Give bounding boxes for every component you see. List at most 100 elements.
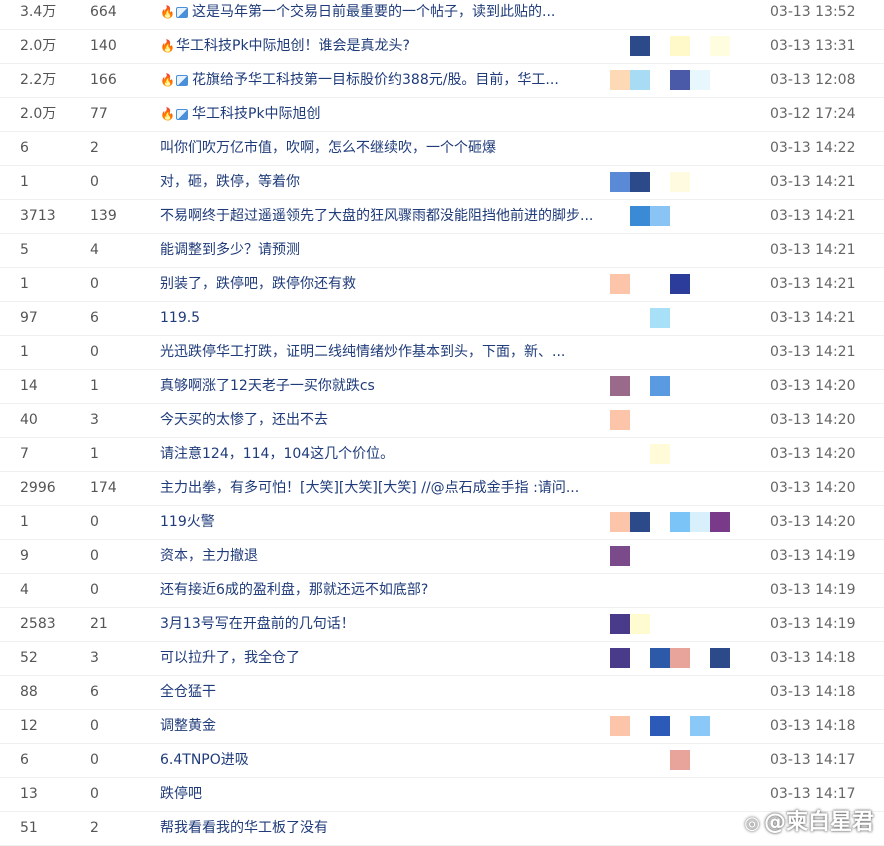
post-title-link[interactable]: 🔥 这是马年第一个交易日前最重要的一个帖子，读到此贴的...: [160, 0, 595, 29]
table-row[interactable]: 1 0 别装了，跌停吧，跌停你还有救 03-13 14:21: [0, 267, 884, 302]
post-time: 03-13 14:21: [770, 242, 856, 258]
table-row[interactable]: 1 0 光迅跌停华工打跌，证明二线纯情绪炒作基本到头，下面，新、... 03-13 1…: [0, 335, 884, 370]
avatar[interactable]: [650, 308, 670, 328]
table-row[interactable]: 1 0 119火警 03-13 14:20: [0, 505, 884, 540]
table-row[interactable]: 1 0 对，砸，跌停，等着你 03-13 14:21: [0, 165, 884, 200]
post-title-link[interactable]: 全仓猛干: [160, 675, 595, 709]
avatar[interactable]: [670, 512, 690, 532]
post-title-link[interactable]: 🔥 花旗给予华工科技第一目标股价约388元/股。目前，华工...: [160, 63, 595, 97]
table-row[interactable]: 6 2 叫你们吹万亿市值，吹啊，怎么不继续吹，一个个砸爆 03-13 14:22: [0, 131, 884, 166]
reply-count: 3: [90, 650, 99, 666]
post-title-link[interactable]: 可以拉升了，我全仓了: [160, 641, 595, 675]
table-row[interactable]: 2996 174 主力出拳，有多可怕！[大笑][大笑][大笑] //@点石成金手指 …: [0, 471, 884, 506]
avatar[interactable]: [670, 172, 690, 192]
post-title-text: 花旗给予华工科技第一目标股价约388元/股。目前，华工...: [192, 72, 559, 88]
avatar[interactable]: [630, 172, 650, 192]
post-title-text: 可以拉升了，我全仓了: [160, 650, 300, 666]
table-row[interactable]: 97 6 119.5 03-13 14:21: [0, 301, 884, 336]
avatar[interactable]: [610, 172, 630, 192]
post-title-link[interactable]: 请注意124，114，104这几个价位。: [160, 437, 595, 471]
table-row[interactable]: 12 0 调整黄金 03-13 14:18: [0, 709, 884, 744]
avatar[interactable]: [630, 614, 650, 634]
avatar[interactable]: [690, 512, 710, 532]
table-row[interactable]: 3.4万 664 🔥 这是马年第一个交易日前最重要的一个帖子，读到此贴的... 03-1…: [0, 0, 884, 30]
avatar[interactable]: [690, 70, 710, 90]
avatar[interactable]: [630, 206, 650, 226]
avatar[interactable]: [610, 648, 630, 668]
avatar[interactable]: [670, 274, 690, 294]
table-row[interactable]: 3713 139 不易啊终于超过遥遥领先了大盘的狂风骤雨都没能阻挡他前进的脚步...…: [0, 199, 884, 234]
post-title-link[interactable]: 3月13号写在开盘前的几句话！: [160, 607, 595, 641]
post-title-link[interactable]: 光迅跌停华工打跌，证明二线纯情绪炒作基本到头，下面，新、...: [160, 335, 595, 369]
avatar[interactable]: [630, 36, 650, 56]
post-time: 03-13 14:22: [770, 140, 856, 156]
post-title-link[interactable]: 还有接近6成的盈利盘，那就还远不如底部?: [160, 573, 595, 607]
avatar[interactable]: [610, 512, 630, 532]
table-row[interactable]: 88 6 全仓猛干 03-13 14:18: [0, 675, 884, 710]
avatar[interactable]: [630, 70, 650, 90]
post-title-link[interactable]: 6.4TNPO进吸: [160, 743, 595, 777]
reply-count: 2: [90, 820, 99, 836]
avatar[interactable]: [610, 716, 630, 736]
post-title-link[interactable]: 别装了，跌停吧，跌停你还有救: [160, 267, 595, 301]
post-title-link[interactable]: 不易啊终于超过遥遥领先了大盘的狂风骤雨都没能阻挡他前进的脚步...: [160, 199, 595, 233]
read-count: 4: [20, 582, 29, 598]
avatar[interactable]: [610, 376, 630, 396]
avatar[interactable]: [670, 36, 690, 56]
table-row[interactable]: 7 1 请注意124，114，104这几个价位。 03-13 14:20: [0, 437, 884, 472]
reply-count: 0: [90, 174, 99, 190]
post-title-link[interactable]: 🔥 华工科技Pk中际旭创: [160, 97, 595, 131]
avatar[interactable]: [710, 512, 730, 532]
avatar[interactable]: [650, 376, 670, 396]
reply-count: 6: [90, 310, 99, 326]
post-title-link[interactable]: 对，砸，跌停，等着你: [160, 165, 595, 199]
post-title-link[interactable]: 🔥华工科技Pk中际旭创！谁会是真龙头?: [160, 29, 595, 63]
table-row[interactable]: 2.0万 140 🔥华工科技Pk中际旭创！谁会是真龙头? 03-13 13:31: [0, 29, 884, 64]
avatar[interactable]: [670, 750, 690, 770]
avatar[interactable]: [650, 716, 670, 736]
table-row[interactable]: 40 3 今天买的太惨了，还出不去 03-13 14:20: [0, 403, 884, 438]
table-row[interactable]: 14 1 真够啊涨了12天老子一买你就跌cs 03-13 14:20: [0, 369, 884, 404]
post-title-link[interactable]: 调整黄金: [160, 709, 595, 743]
avatar[interactable]: [650, 206, 670, 226]
post-title-text: 真够啊涨了12天老子一买你就跌cs: [160, 378, 375, 394]
avatar[interactable]: [670, 648, 690, 668]
read-count: 2996: [20, 480, 56, 496]
post-title-text: 华工科技Pk中际旭创: [192, 106, 321, 122]
post-title-link[interactable]: 今天买的太惨了，还出不去: [160, 403, 595, 437]
avatar[interactable]: [650, 648, 670, 668]
read-count: 1: [20, 276, 29, 292]
post-title-link[interactable]: 主力出拳，有多可怕！[大笑][大笑][大笑] //@点石成金手指 :请问...: [160, 471, 595, 505]
table-row[interactable]: 2.2万 166 🔥 花旗给予华工科技第一目标股价约388元/股。目前，华工... 03…: [0, 63, 884, 98]
post-title-link[interactable]: 叫你们吹万亿市值，吹啊，怎么不继续吹，一个个砸爆: [160, 131, 595, 165]
table-row[interactable]: 52 3 可以拉升了，我全仓了 03-13 14:18: [0, 641, 884, 676]
avatar[interactable]: [710, 648, 730, 668]
table-row[interactable]: 2583 21 3月13号写在开盘前的几句话！ 03-13 14:19: [0, 607, 884, 642]
post-title-link[interactable]: 能调整到多少？请预测: [160, 233, 595, 267]
post-title-text: 对，砸，跌停，等着你: [160, 174, 300, 190]
read-count: 13: [20, 786, 38, 802]
post-title-link[interactable]: 资本，主力撤退: [160, 539, 595, 573]
post-title-link[interactable]: 真够啊涨了12天老子一买你就跌cs: [160, 369, 595, 403]
table-row[interactable]: 6 0 6.4TNPO进吸 03-13 14:17: [0, 743, 884, 778]
post-title-link[interactable]: 跌停吧: [160, 777, 595, 811]
post-title-link[interactable]: 119.5: [160, 301, 595, 335]
avatar[interactable]: [670, 70, 690, 90]
avatar[interactable]: [610, 410, 630, 430]
table-row[interactable]: 9 0 资本，主力撤退 03-13 14:19: [0, 539, 884, 574]
avatar[interactable]: [690, 716, 710, 736]
avatar[interactable]: [650, 444, 670, 464]
avatar[interactable]: [610, 70, 630, 90]
table-row[interactable]: 2.0万 77 🔥 华工科技Pk中际旭创 03-12 17:24: [0, 97, 884, 132]
avatar[interactable]: [710, 36, 730, 56]
table-row[interactable]: 4 0 还有接近6成的盈利盘，那就还远不如底部? 03-13 14:19: [0, 573, 884, 608]
post-title-text: 还有接近6成的盈利盘，那就还远不如底部?: [160, 582, 429, 598]
avatar[interactable]: [610, 274, 630, 294]
avatar[interactable]: [610, 614, 630, 634]
post-time: 03-13 14:18: [770, 684, 856, 700]
post-title-link[interactable]: 119火警: [160, 505, 595, 539]
post-title-link[interactable]: 帮我看看我的华工板了没有: [160, 811, 595, 845]
avatar[interactable]: [630, 512, 650, 532]
table-row[interactable]: 5 4 能调整到多少？请预测 03-13 14:21: [0, 233, 884, 268]
avatar[interactable]: [610, 546, 630, 566]
